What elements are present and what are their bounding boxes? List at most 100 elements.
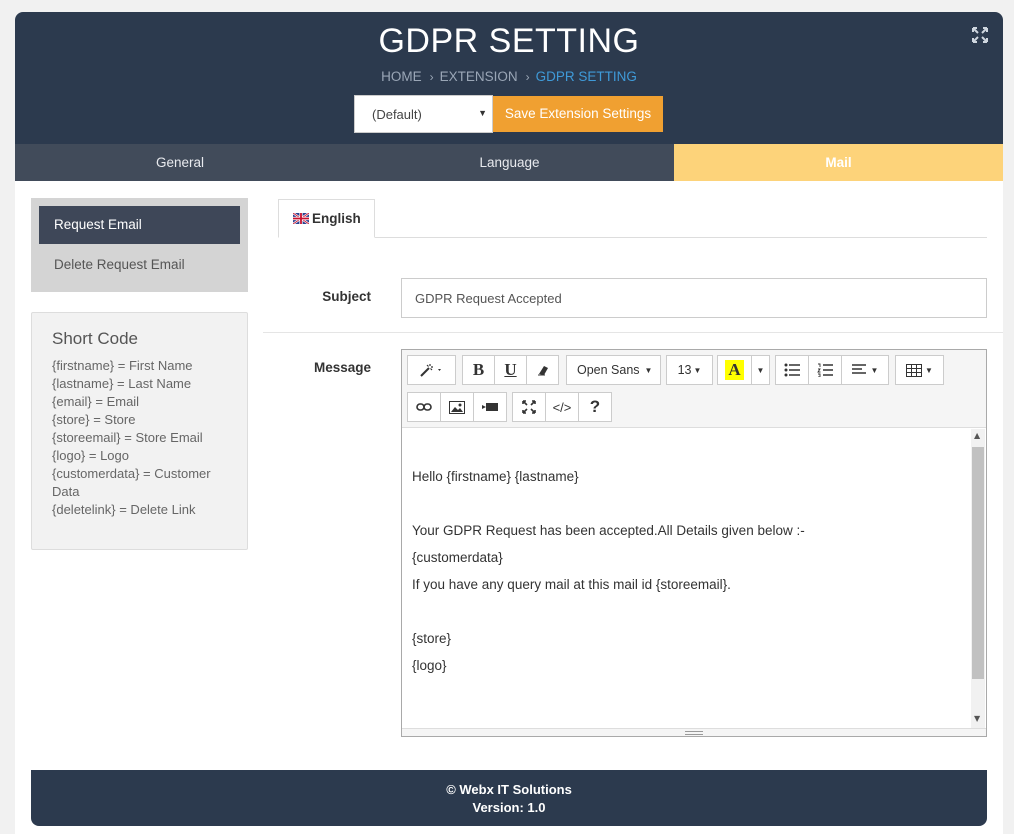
bullet-list-icon bbox=[784, 363, 800, 377]
font-family-value: Open Sans bbox=[577, 363, 640, 377]
paragraph-align-dropdown[interactable]: ▼ bbox=[841, 355, 889, 385]
caret-down-icon: ▼ bbox=[925, 365, 933, 375]
bold-button[interactable]: B bbox=[462, 355, 495, 385]
short-code-line: {email} = Email bbox=[52, 394, 140, 409]
message-line: Your GDPR Request has been accepted.All … bbox=[412, 523, 805, 538]
fullscreen-button[interactable] bbox=[512, 392, 546, 422]
tab-general[interactable]: General bbox=[15, 144, 345, 181]
breadcrumb: HOME › EXTENSION › GDPR SETTING bbox=[15, 69, 1003, 84]
language-tabs-divider bbox=[278, 237, 987, 238]
scrollbar-thumb[interactable] bbox=[972, 447, 984, 679]
code-view-button[interactable]: </> bbox=[545, 392, 579, 422]
message-line: If you have any query mail at this mail … bbox=[412, 577, 731, 592]
side-nav-delete-request-email[interactable]: Delete Request Email bbox=[39, 246, 240, 284]
message-line bbox=[412, 490, 972, 517]
side-nav: Request Email Delete Request Email bbox=[31, 198, 248, 292]
clear-format-button[interactable] bbox=[526, 355, 559, 385]
uk-flag-icon bbox=[293, 213, 309, 224]
video-icon bbox=[482, 403, 498, 411]
subject-label: Subject bbox=[322, 289, 371, 304]
ordered-list-button[interactable] bbox=[808, 355, 842, 385]
language-tab-english[interactable]: English bbox=[278, 199, 375, 238]
footer-copyright: © Webx IT Solutions bbox=[446, 782, 572, 797]
breadcrumb-current[interactable]: GDPR SETTING bbox=[536, 69, 637, 84]
caret-down-icon: ▼ bbox=[478, 108, 487, 118]
store-select-value: (Default) bbox=[372, 107, 422, 122]
magic-wand-button[interactable] bbox=[407, 355, 456, 385]
breadcrumb-separator: › bbox=[429, 70, 434, 84]
editor-scrollbar[interactable]: ▲ ▼ bbox=[971, 429, 985, 729]
unordered-list-button[interactable] bbox=[775, 355, 809, 385]
picture-icon bbox=[449, 400, 465, 414]
message-editor: B U Open Sans ▼ 13 ▼ A ▼ ▼ ▼ </> ? ▲ ▼ H… bbox=[401, 349, 987, 737]
text-color-icon: A bbox=[725, 360, 744, 380]
side-nav-request-email[interactable]: Request Email bbox=[39, 206, 240, 244]
subject-input[interactable]: GDPR Request Accepted bbox=[401, 278, 987, 318]
underline-icon: U bbox=[504, 360, 517, 379]
message-line: Hello {firstname} {lastname} bbox=[412, 469, 579, 484]
magic-wand-icon bbox=[419, 364, 441, 377]
table-dropdown[interactable]: ▼ bbox=[895, 355, 944, 385]
message-line: {customerdata} bbox=[412, 550, 503, 565]
save-extension-settings-button[interactable]: Save Extension Settings bbox=[493, 96, 663, 132]
settings-card: GDPR SETTING HOME › EXTENSION › GDPR SETTING… bbox=[15, 12, 1003, 834]
message-line bbox=[412, 436, 972, 463]
text-color-button[interactable]: A bbox=[717, 355, 752, 385]
table-icon bbox=[906, 363, 923, 377]
message-line: {store} bbox=[412, 631, 452, 646]
breadcrumb-separator: › bbox=[525, 70, 530, 84]
scroll-up-icon[interactable]: ▲ bbox=[974, 431, 980, 440]
eraser-icon bbox=[537, 366, 548, 376]
short-code-line: {firstname} = First Name bbox=[52, 358, 193, 373]
align-left-icon bbox=[851, 364, 866, 374]
fullscreen-icon bbox=[522, 400, 536, 414]
caret-down-icon: ▼ bbox=[644, 365, 653, 375]
short-code-line: {lastname} = Last Name bbox=[52, 376, 192, 391]
grip-icon bbox=[685, 731, 703, 735]
breadcrumb-extension[interactable]: EXTENSION bbox=[440, 69, 518, 84]
form-divider bbox=[263, 332, 1003, 333]
store-select[interactable]: (Default) ▼ bbox=[354, 95, 493, 133]
help-icon: ? bbox=[589, 397, 601, 416]
caret-down-icon: ▼ bbox=[693, 365, 702, 375]
page-title: GDPR SETTING bbox=[378, 22, 640, 60]
insert-link-button[interactable] bbox=[407, 392, 441, 422]
help-button[interactable]: ? bbox=[578, 392, 612, 422]
editor-resize-handle[interactable] bbox=[402, 728, 986, 736]
message-line: {logo} bbox=[412, 658, 447, 673]
footer-version: Version: 1.0 bbox=[472, 800, 546, 815]
font-size-value: 13 bbox=[677, 363, 692, 377]
message-label: Message bbox=[313, 360, 371, 375]
page-header: GDPR SETTING HOME › EXTENSION › GDPR SETTING… bbox=[15, 12, 1003, 144]
code-view-icon: </> bbox=[552, 399, 572, 415]
caret-down-icon: ▼ bbox=[756, 365, 765, 375]
link-icon bbox=[416, 403, 432, 411]
scroll-down-icon[interactable]: ▼ bbox=[974, 714, 980, 723]
underline-button[interactable]: U bbox=[494, 355, 527, 385]
numbered-list-icon bbox=[817, 363, 833, 377]
insert-picture-button[interactable] bbox=[440, 392, 474, 422]
font-family-dropdown[interactable]: Open Sans ▼ bbox=[566, 355, 661, 385]
font-size-dropdown[interactable]: 13 ▼ bbox=[666, 355, 713, 385]
short-code-line: {deletelink} = Delete Link bbox=[52, 502, 196, 517]
short-code-line: {store} = Store bbox=[52, 412, 136, 427]
language-tab-label: English bbox=[312, 211, 361, 226]
editor-content[interactable]: Hello {firstname} {lastname} Your GDPR R… bbox=[412, 436, 972, 679]
message-line bbox=[412, 598, 972, 625]
tab-language[interactable]: Language bbox=[345, 144, 674, 181]
caret-down-icon: ▼ bbox=[870, 365, 879, 375]
short-code-title: Short Code bbox=[52, 329, 138, 348]
insert-video-button[interactable] bbox=[473, 392, 507, 422]
short-code-line: {customerdata} = Customer Data bbox=[52, 466, 211, 499]
footer: © Webx IT Solutions Version: 1.0 bbox=[31, 770, 987, 826]
short-code-panel: Short Code {firstname} = First Name {las… bbox=[31, 312, 248, 550]
text-color-dropdown[interactable]: ▼ bbox=[751, 355, 770, 385]
main-tabs: General Language Mail bbox=[15, 144, 1003, 181]
short-code-line: {logo} = Logo bbox=[52, 448, 129, 463]
expand-icon[interactable] bbox=[971, 26, 989, 44]
bold-icon: B bbox=[472, 360, 485, 379]
editor-toolbar: B U Open Sans ▼ 13 ▼ A ▼ ▼ ▼ </> ? bbox=[402, 350, 986, 428]
short-code-line: {storeemail} = Store Email bbox=[52, 430, 203, 445]
tab-mail[interactable]: Mail bbox=[674, 144, 1003, 181]
breadcrumb-home[interactable]: HOME bbox=[381, 69, 422, 84]
